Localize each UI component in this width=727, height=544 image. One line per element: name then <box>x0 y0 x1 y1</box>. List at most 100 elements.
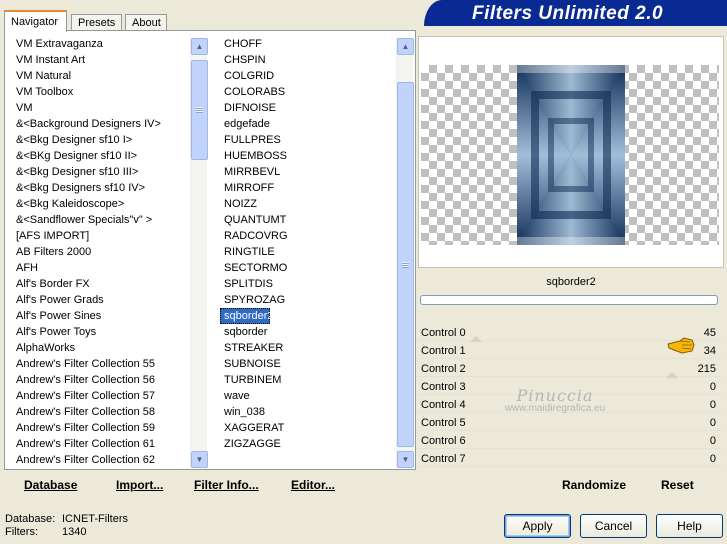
control-slider[interactable]: Control 6 0 <box>418 432 724 450</box>
category-label: AFH <box>16 262 38 274</box>
filter-item[interactable]: edgefade <box>220 116 396 132</box>
filter-item[interactable]: COLGRID <box>220 68 396 84</box>
category-item[interactable]: &<Bkg Designer sf10 I> <box>12 132 190 148</box>
editor-button[interactable]: Editor... <box>291 478 335 492</box>
scroll-down-icon[interactable]: ▼ <box>191 451 208 468</box>
filter-info-button[interactable]: Filter Info... <box>194 478 259 492</box>
category-scrollbar[interactable]: ▲ ▼ <box>190 38 208 468</box>
control-value: 0 <box>709 399 716 411</box>
preview-image <box>517 65 625 245</box>
filter-item[interactable]: NOIZZ <box>220 196 396 212</box>
control-slider[interactable]: Control 5 0 <box>418 414 724 432</box>
cancel-button[interactable]: Cancel <box>580 514 647 538</box>
category-list[interactable]: VM Extravaganza VM Instant Art VM Natural V… <box>12 36 190 468</box>
help-button[interactable]: Help <box>656 514 723 538</box>
filter-item[interactable]: sqborder <box>220 324 396 340</box>
watermark: Pinuccia www.maidiregrafica.eu <box>490 386 620 414</box>
category-label: Andrew's Filter Collection 57 <box>16 390 156 402</box>
control-value: 0 <box>709 453 716 465</box>
tab-navigator[interactable]: Navigator <box>4 10 67 32</box>
scroll-thumb[interactable] <box>191 60 208 160</box>
reset-button[interactable]: Reset <box>661 478 694 492</box>
category-item[interactable]: Alf's Power Grads <box>12 292 190 308</box>
filter-item[interactable]: SPYROZAG <box>220 292 396 308</box>
category-item[interactable]: Andrew's Filter Collection 62 <box>12 452 190 468</box>
filter-item[interactable]: SUBNOISE <box>220 356 396 372</box>
category-label: Andrew's Filter Collection 55 <box>16 358 156 370</box>
category-item[interactable]: &<Bkg Designer sf10 III> <box>12 164 190 180</box>
filter-item[interactable]: HUEMBOSS <box>220 148 396 164</box>
category-label: VM Instant Art <box>16 54 86 66</box>
category-item[interactable]: Andrew's Filter Collection 59 <box>12 420 190 436</box>
filter-item[interactable]: DIFNOISE <box>220 100 396 116</box>
control-slider[interactable]: Control 7 0 <box>418 450 724 468</box>
category-item[interactable]: &<Background Designers IV> <box>12 116 190 132</box>
filter-item[interactable]: TURBINEM <box>220 372 396 388</box>
navigator-toolbar: Database Import... Filter Info... Editor… <box>12 472 412 498</box>
filter-item[interactable]: XAGGERAT <box>220 420 396 436</box>
category-item[interactable]: Andrew's Filter Collection 57 <box>12 388 190 404</box>
category-item[interactable]: Andrew's Filter Collection 58 <box>12 404 190 420</box>
category-item[interactable]: VM Toolbox <box>12 84 190 100</box>
category-item[interactable]: VM Instant Art <box>12 52 190 68</box>
category-label: Andrew's Filter Collection 62 <box>16 454 156 466</box>
category-item[interactable]: Andrew's Filter Collection 55 <box>12 356 190 372</box>
category-item[interactable]: &<Sandflower Specials"v" > <box>12 212 190 228</box>
filter-item[interactable]: MIRROFF <box>220 180 396 196</box>
category-item[interactable]: &<Bkg Kaleidoscope> <box>12 196 190 212</box>
tab-about[interactable]: About <box>125 14 167 31</box>
category-label: Andrew's Filter Collection 56 <box>16 374 156 386</box>
filter-item[interactable]: RINGTILE <box>220 244 396 260</box>
filter-item[interactable]: CHSPIN <box>220 52 396 68</box>
category-item[interactable]: VM <box>12 100 190 116</box>
filter-scrollbar[interactable]: ▲ ▼ <box>396 38 414 468</box>
scroll-thumb[interactable] <box>397 82 414 447</box>
category-item[interactable]: &<Bkg Designers sf10 IV> <box>12 180 190 196</box>
filter-item[interactable]: RADCOVRG <box>220 228 396 244</box>
tab-presets[interactable]: Presets <box>71 14 122 31</box>
category-item[interactable]: VM Extravaganza <box>12 36 190 52</box>
category-item[interactable]: AB Filters 2000 <box>12 244 190 260</box>
filter-item[interactable]: QUANTUMT <box>220 212 396 228</box>
filter-item[interactable]: MIRRBEVL <box>220 164 396 180</box>
filter-item[interactable]: COLORABS <box>220 84 396 100</box>
filter-item[interactable]: SECTORMO <box>220 260 396 276</box>
apply-button[interactable]: Apply <box>504 514 571 538</box>
control-value: 34 <box>703 345 716 357</box>
filter-item[interactable]: STREAKER <box>220 340 396 356</box>
app-title: Filters Unlimited 2.0 <box>472 3 664 24</box>
category-item[interactable]: VM Natural <box>12 68 190 84</box>
progress-bar <box>420 295 718 305</box>
randomize-button[interactable]: Randomize <box>562 478 626 492</box>
filter-item[interactable]: sqborder2 <box>220 308 274 324</box>
category-item[interactable]: AlphaWorks <box>12 340 190 356</box>
filter-item[interactable]: ZIGZAGGE <box>220 436 396 452</box>
filter-list[interactable]: CHOFF CHSPIN COLGRID COLORABS DIFNOISE edgefa… <box>220 36 396 468</box>
category-item[interactable]: Alf's Power Sines <box>12 308 190 324</box>
scroll-down-icon[interactable]: ▼ <box>397 451 414 468</box>
category-label: &<Bkg Designers sf10 IV> <box>16 182 146 194</box>
filter-item[interactable]: FULLPRES <box>220 132 396 148</box>
preview-checkerboard <box>421 65 719 245</box>
category-item[interactable]: [AFS IMPORT] <box>12 228 190 244</box>
category-label: AB Filters 2000 <box>16 246 92 258</box>
control-value: 0 <box>709 381 716 393</box>
filter-item[interactable]: SPLITDIS <box>220 276 396 292</box>
scroll-up-icon[interactable]: ▲ <box>191 38 208 55</box>
category-item[interactable]: AFH <box>12 260 190 276</box>
control-label: Control 3 <box>421 381 466 393</box>
filter-item[interactable]: wave <box>220 388 396 404</box>
scroll-up-icon[interactable]: ▲ <box>397 38 414 55</box>
category-item[interactable]: Alf's Border FX <box>12 276 190 292</box>
category-item[interactable]: &<BKg Designer sf10 II> <box>12 148 190 164</box>
control-label: Control 1 <box>421 345 466 357</box>
category-item[interactable]: Alf's Power Toys <box>12 324 190 340</box>
filter-item[interactable]: CHOFF <box>220 36 396 52</box>
filter-item[interactable]: win_038 <box>220 404 396 420</box>
control-slider[interactable]: Control 2 215 <box>418 360 724 378</box>
database-button[interactable]: Database <box>24 478 77 492</box>
category-item[interactable]: Andrew's Filter Collection 61 <box>12 436 190 452</box>
category-item[interactable]: Andrew's Filter Collection 56 <box>12 372 190 388</box>
category-label: &<Sandflower Specials"v" > <box>16 214 153 226</box>
import-button[interactable]: Import... <box>116 478 163 492</box>
